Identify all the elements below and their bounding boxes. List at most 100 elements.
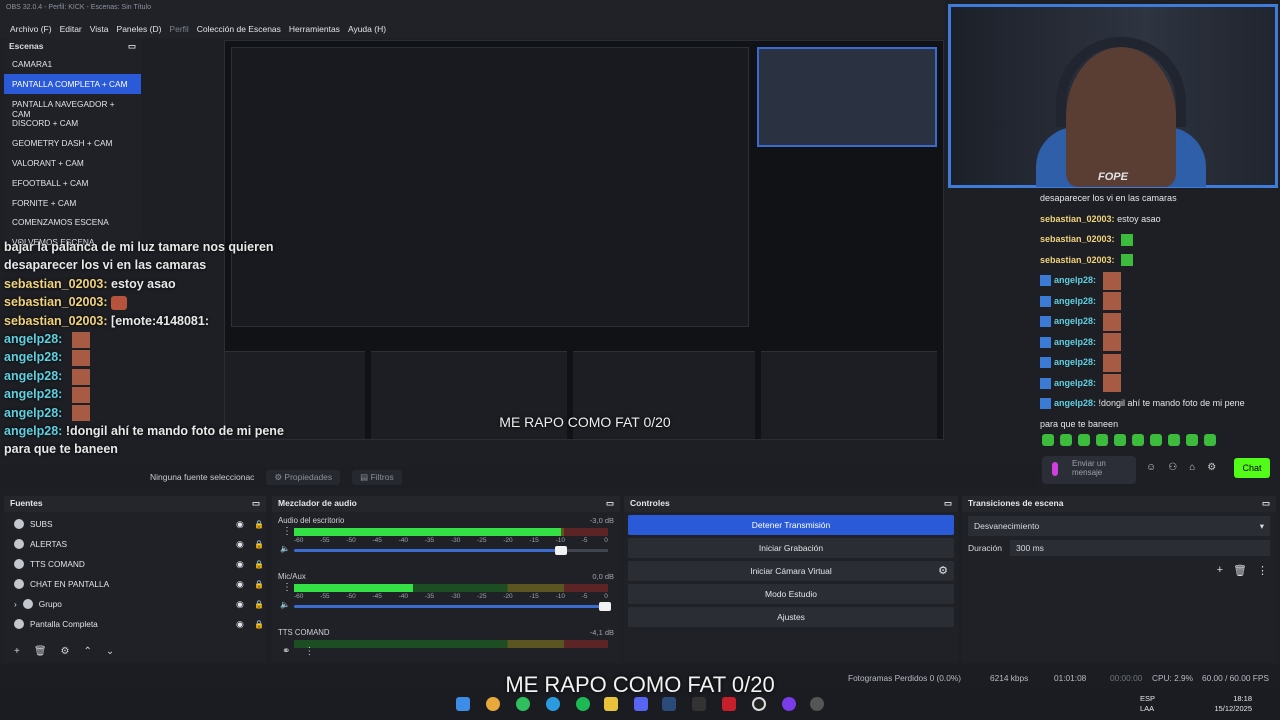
filters-button[interactable]: ▤ Filtros xyxy=(352,469,402,485)
store-icon[interactable]: ⌂ xyxy=(1189,462,1195,476)
scene-item[interactable]: FORNITE + CAM xyxy=(4,193,141,213)
lock-icon[interactable]: 🔒 xyxy=(254,600,264,609)
scene-item[interactable]: VALORANT + CAM xyxy=(4,153,141,173)
steam-icon[interactable] xyxy=(662,697,676,711)
volume-slider[interactable] xyxy=(294,602,611,611)
lock-icon[interactable]: 🔒 xyxy=(254,620,264,629)
menu-editar[interactable]: Editar xyxy=(60,24,82,34)
chat-input[interactable]: Enviar un mensaje xyxy=(1042,456,1136,484)
menu-perfil[interactable]: Perfil xyxy=(169,24,188,34)
gear-icon[interactable]: ⚙ xyxy=(938,564,948,577)
more-icon[interactable]: ⋮ xyxy=(282,582,292,593)
dock-menu-icon[interactable]: ▭ xyxy=(606,498,614,510)
slider-knob[interactable] xyxy=(598,602,611,611)
start-recording-button[interactable]: Iniciar Grabación xyxy=(628,538,954,558)
whatsapp-icon[interactable] xyxy=(516,697,530,711)
source-item[interactable]: Pantalla Completa ◉ 🔒 xyxy=(4,614,266,634)
emote-icon[interactable] xyxy=(1132,434,1144,446)
duration-input[interactable]: 300 ms xyxy=(1010,540,1270,556)
menu-paneles[interactable]: Paneles (D) xyxy=(117,24,162,34)
app-icon[interactable] xyxy=(782,697,796,711)
stop-stream-button[interactable]: Detener Transmisión xyxy=(628,515,954,535)
menu-ayuda[interactable]: Ayuda (H) xyxy=(348,24,386,34)
virtual-camera-button[interactable]: Iniciar Cámara Virtual ⚙ xyxy=(628,561,954,581)
add-icon[interactable]: + xyxy=(1217,564,1223,577)
transition-select[interactable]: Desvanecimiento ▾ xyxy=(968,516,1270,536)
scene-item[interactable]: CAMARA1 xyxy=(4,54,141,74)
gear-icon[interactable]: ⚙ xyxy=(61,646,70,662)
scene-item[interactable]: PANTALLA COMPLETA + CAM xyxy=(4,73,141,94)
source-item[interactable]: › Grupo ◉ 🔒 xyxy=(4,594,266,614)
scene-item[interactable]: COMENZAMOS ESCENA xyxy=(4,212,141,232)
chevron-right-icon[interactable]: › xyxy=(14,599,17,609)
add-icon[interactable]: + xyxy=(14,646,20,662)
menu-vista[interactable]: Vista xyxy=(90,24,109,34)
chrome-icon[interactable] xyxy=(486,697,500,711)
menu-coleccion[interactable]: Colección de Escenas xyxy=(197,24,281,34)
dock-menu-icon[interactable]: ▭ xyxy=(1262,498,1270,510)
speaker-icon[interactable]: 🔈 xyxy=(280,600,290,609)
more-icon[interactable]: ⋮ xyxy=(1257,564,1268,577)
chat-send-button[interactable]: Chat xyxy=(1234,458,1270,478)
source-item[interactable]: ALERTAS ◉ 🔒 xyxy=(4,534,266,554)
emote-icon[interactable] xyxy=(1096,434,1108,446)
menu-archivo[interactable]: Archivo (F) xyxy=(10,24,52,34)
eye-icon[interactable]: ◉ xyxy=(236,619,244,630)
trash-icon[interactable]: 🗑 xyxy=(34,646,47,662)
dock-menu-icon[interactable]: ▭ xyxy=(128,41,136,51)
more-icon[interactable]: ⋮ xyxy=(282,526,292,537)
lock-icon[interactable]: 🔒 xyxy=(254,520,264,529)
eye-icon[interactable]: ◉ xyxy=(236,519,244,530)
studio-mode-button[interactable]: Modo Estudio xyxy=(628,584,954,604)
clock[interactable]: 18:18 15/12/2025 xyxy=(1206,694,1252,714)
windows-start-icon[interactable] xyxy=(456,697,470,711)
discord-icon[interactable] xyxy=(634,697,648,711)
slider-knob[interactable] xyxy=(554,546,567,555)
emote-icon[interactable] xyxy=(1168,434,1180,446)
down-icon[interactable]: ⌄ xyxy=(106,646,114,662)
emote-icon[interactable] xyxy=(1204,434,1216,446)
eye-icon[interactable]: ◉ xyxy=(236,579,244,590)
menu-herramientas[interactable]: Herramientas xyxy=(289,24,340,34)
scene-item[interactable]: GEOMETRY DASH + CAM xyxy=(4,133,141,153)
users-icon[interactable]: ⚇ xyxy=(1168,462,1177,476)
gear-icon[interactable]: ⚙ xyxy=(1207,462,1216,476)
riot-icon[interactable] xyxy=(722,697,736,711)
telegram-icon[interactable] xyxy=(546,697,560,711)
source-item[interactable]: TTS COMAND ◉ 🔒 xyxy=(4,554,266,574)
lock-icon[interactable]: 🔒 xyxy=(254,560,264,569)
spotify-icon[interactable] xyxy=(576,697,590,711)
lock-icon[interactable]: 🔒 xyxy=(254,580,264,589)
emote-icon[interactable] xyxy=(1078,434,1090,446)
mic-icon[interactable] xyxy=(1052,462,1058,476)
emote-icon[interactable] xyxy=(1186,434,1198,446)
lock-icon[interactable]: 🔒 xyxy=(254,540,264,549)
emote-icon[interactable] xyxy=(1114,434,1126,446)
settings-button[interactable]: Ajustes xyxy=(628,607,954,627)
link-icon[interactable]: ⚭ xyxy=(282,646,290,662)
eye-icon[interactable]: ◉ xyxy=(236,599,244,610)
language-indicator[interactable]: ESP LAA xyxy=(1140,694,1155,714)
volume-slider[interactable] xyxy=(294,546,608,555)
dock-menu-icon[interactable]: ▭ xyxy=(252,498,260,510)
emote-icon[interactable] xyxy=(1150,434,1162,446)
more-icon[interactable]: ⋮ xyxy=(304,646,314,662)
obs-icon[interactable] xyxy=(752,697,766,711)
up-icon[interactable]: ⌃ xyxy=(84,646,92,662)
properties-button[interactable]: ⚙ Propiedades xyxy=(266,469,341,485)
emoji-icon[interactable]: ☺ xyxy=(1146,462,1156,476)
scene-item[interactable]: EFOOTBALL + CAM xyxy=(4,173,141,193)
app-icon[interactable] xyxy=(810,697,824,711)
eye-icon[interactable]: ◉ xyxy=(236,559,244,570)
trash-icon[interactable]: 🗑 xyxy=(1233,564,1247,577)
epic-icon[interactable] xyxy=(692,697,706,711)
eye-icon[interactable]: ◉ xyxy=(236,539,244,550)
folder-icon[interactable] xyxy=(604,697,618,711)
speaker-icon[interactable]: 🔈 xyxy=(280,544,290,553)
scene-item[interactable]: PANTALLA NAVEGADOR + CAM xyxy=(4,94,141,119)
emote-icon[interactable] xyxy=(1042,434,1054,446)
emote-icon[interactable] xyxy=(1060,434,1072,446)
dock-menu-icon[interactable]: ▭ xyxy=(944,498,952,510)
source-item[interactable]: SUBS ◉ 🔒 xyxy=(4,514,266,534)
source-item[interactable]: CHAT EN PANTALLA ◉ 🔒 xyxy=(4,574,266,594)
